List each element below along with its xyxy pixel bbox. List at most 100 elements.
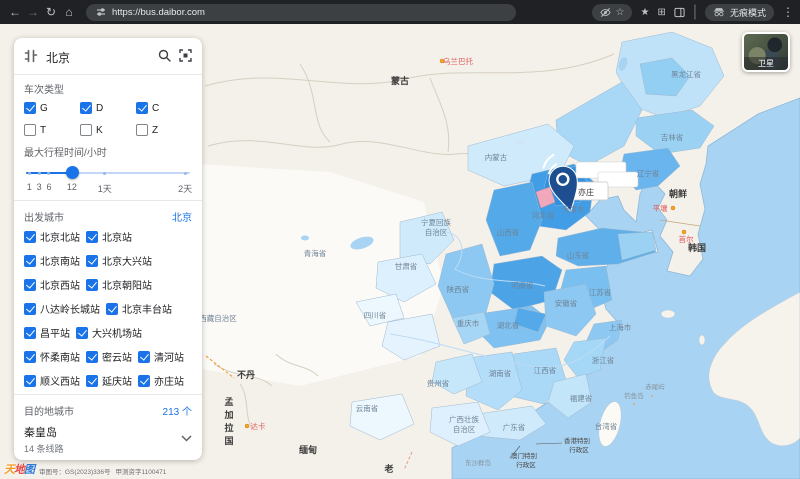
- slider-tick-12: 12: [66, 182, 77, 192]
- checkbox-unchecked[interactable]: [80, 124, 92, 136]
- map-label-上海市: 上海市: [609, 322, 632, 332]
- map-label-加: 加: [223, 409, 233, 420]
- checkbox-checked[interactable]: [24, 254, 36, 267]
- map-label-缅甸: 缅甸: [299, 444, 317, 455]
- reading-list-star-icon[interactable]: ★: [640, 7, 649, 18]
- address-bar[interactable]: https://bus.daibor.com: [86, 3, 516, 21]
- checkbox-checked[interactable]: [24, 302, 36, 315]
- station-北京站[interactable]: 北京站: [86, 229, 132, 244]
- destination-count[interactable]: 213 个: [163, 403, 192, 418]
- tianditu-logo: 天地图: [4, 464, 35, 476]
- station-大兴机场站[interactable]: 大兴机场站: [76, 325, 142, 340]
- checkbox-checked[interactable]: [138, 374, 150, 387]
- checkbox-checked[interactable]: [86, 278, 98, 291]
- home-icon[interactable]: ⌂: [60, 0, 78, 24]
- map-label-四川省: 四川省: [364, 310, 387, 320]
- checkbox-checked[interactable]: [86, 230, 98, 243]
- map-label-湖北省: 湖北省: [497, 320, 520, 330]
- tab-groups-icon[interactable]: ⊞: [657, 7, 665, 18]
- train-type-K[interactable]: K: [80, 124, 136, 136]
- checkbox-checked[interactable]: [136, 102, 148, 114]
- station-八达岭长城站[interactable]: 八达岭长城站: [24, 301, 100, 316]
- site-settings-icon[interactable]: [96, 7, 106, 17]
- checkbox-unchecked[interactable]: [136, 124, 148, 136]
- eye-star-pill: ☆: [591, 3, 633, 21]
- map-label-拉: 拉: [224, 422, 233, 433]
- train-type-G[interactable]: G: [24, 102, 80, 114]
- capital-dot: [244, 423, 250, 429]
- satellite-toggle[interactable]: 卫星: [742, 32, 790, 72]
- slider-tick-1天: 1天: [97, 184, 112, 194]
- slider-tick-3: 3: [36, 182, 42, 192]
- checkbox-unchecked[interactable]: [24, 124, 36, 136]
- checkbox-label: D: [96, 102, 104, 114]
- station-北京南站[interactable]: 北京南站: [24, 253, 80, 268]
- map-label-老: 老: [383, 463, 393, 474]
- time-slider[interactable]: [26, 165, 190, 181]
- chevron-down-icon[interactable]: [181, 434, 192, 445]
- eye-off-icon[interactable]: [599, 7, 611, 18]
- side-panel-icon[interactable]: [674, 7, 685, 18]
- checkbox-label: 大兴机场站: [92, 329, 142, 340]
- checkbox-checked[interactable]: [76, 326, 88, 339]
- bookmark-star-icon[interactable]: ☆: [616, 7, 625, 18]
- station-怀柔南站[interactable]: 怀柔南站: [24, 349, 80, 364]
- slider-handle[interactable]: [65, 166, 79, 179]
- checkbox-checked[interactable]: [24, 374, 36, 387]
- map-label-平壤: 平壤: [653, 203, 668, 213]
- checkbox-checked[interactable]: [80, 102, 92, 114]
- checkbox-checked[interactable]: [86, 254, 98, 267]
- station-亦庄站[interactable]: 亦庄站: [138, 373, 184, 388]
- map-label-江西省: 江西省: [534, 365, 557, 375]
- station-北京丰台站[interactable]: 北京丰台站: [106, 301, 172, 316]
- station-昌平站[interactable]: 昌平站: [24, 325, 70, 340]
- search-icon[interactable]: [158, 49, 171, 65]
- checkbox-checked[interactable]: [24, 350, 36, 363]
- route-filter-icon[interactable]: [24, 49, 38, 66]
- checkbox-label: 八达岭长城站: [40, 305, 100, 316]
- destination-item-秦皇岛[interactable]: 秦皇岛 14 条线路: [24, 419, 192, 460]
- checkbox-checked[interactable]: [24, 278, 36, 291]
- reload-icon[interactable]: ↻: [42, 0, 60, 24]
- checkbox-checked[interactable]: [24, 230, 36, 243]
- current-city[interactable]: 北京: [46, 49, 150, 66]
- fullscreen-icon[interactable]: [179, 49, 192, 65]
- station-北京西站[interactable]: 北京西站: [24, 277, 80, 292]
- checkbox-checked[interactable]: [24, 326, 36, 339]
- station-北京大兴站[interactable]: 北京大兴站: [86, 253, 152, 268]
- station-密云站[interactable]: 密云站: [86, 349, 132, 364]
- checkbox-checked[interactable]: [86, 350, 98, 363]
- checkbox-label: 北京北站: [40, 233, 80, 244]
- checkbox-checked[interactable]: [86, 374, 98, 387]
- station-北京北站[interactable]: 北京北站: [24, 229, 80, 244]
- station-顺义西站[interactable]: 顺义西站: [24, 373, 80, 388]
- station-延庆站[interactable]: 延庆站: [86, 373, 132, 388]
- screenshot-root: ← → ↻ ⌂ https://bus.daibor.com ☆ ★ ⊞ | 无…: [0, 0, 800, 479]
- back-icon[interactable]: ←: [6, 0, 24, 24]
- train-type-T[interactable]: T: [24, 124, 80, 136]
- train-type-C[interactable]: C: [136, 102, 192, 114]
- map-label-自治区: 自治区: [425, 227, 448, 237]
- station-北京朝阳站[interactable]: 北京朝阳站: [86, 277, 152, 292]
- checkbox-checked[interactable]: [106, 302, 118, 315]
- panel-header: 北京: [24, 46, 192, 68]
- max-time-label: 最大行程时间/小时: [24, 148, 107, 159]
- map-label-陕西省: 陕西省: [447, 284, 470, 294]
- station-清河站[interactable]: 清河站: [138, 349, 184, 364]
- map-label-不丹: 不丹: [237, 370, 255, 380]
- train-type-Z[interactable]: Z: [136, 124, 192, 136]
- map-label-甘肃省: 甘肃省: [395, 261, 418, 271]
- train-type-D[interactable]: D: [80, 102, 136, 114]
- checkbox-checked[interactable]: [24, 102, 36, 114]
- map-label-青海省: 青海省: [304, 248, 327, 258]
- map-label-赤尾屿: 赤尾屿: [645, 382, 665, 391]
- departure-city-link[interactable]: 北京: [172, 209, 192, 224]
- checkbox-label: G: [40, 102, 48, 114]
- slider-tick-6: 6: [46, 182, 52, 192]
- checkbox-checked[interactable]: [138, 350, 150, 363]
- incognito-label: 无痕模式: [729, 7, 766, 18]
- menu-dots-icon[interactable]: ⋮: [782, 0, 794, 24]
- slider-tick-1: 1: [26, 182, 32, 192]
- checkbox-label: 清河站: [154, 353, 184, 364]
- forward-icon[interactable]: →: [24, 0, 42, 24]
